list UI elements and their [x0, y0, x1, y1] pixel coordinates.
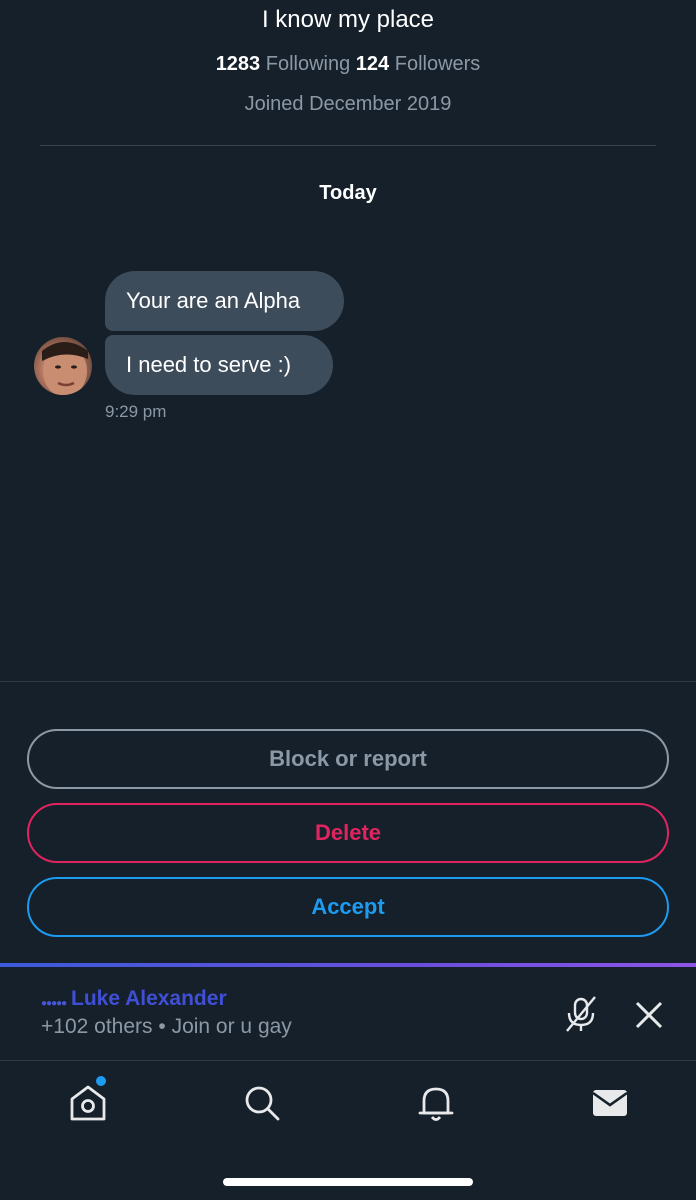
space-listeners: +102 others: [41, 1015, 153, 1038]
sender-avatar[interactable]: [34, 337, 92, 395]
followers-count: 124: [355, 53, 390, 75]
live-audio-icon: ●●●●●: [41, 998, 67, 1009]
day-separator: Today: [319, 182, 377, 204]
message-bubble[interactable]: I need to serve :): [105, 335, 333, 395]
bell-icon[interactable]: [414, 1081, 458, 1125]
accept-button[interactable]: Accept: [27, 877, 669, 937]
dm-request-screen: I know my place 1283 Following 124 Follo…: [0, 0, 696, 1200]
following-label: Following: [265, 53, 351, 75]
home-indicator[interactable]: [223, 1178, 473, 1186]
space-subtitle[interactable]: +102 others • Join or u gay: [41, 1015, 292, 1039]
space-separator: •: [158, 1015, 166, 1038]
mail-icon[interactable]: [588, 1081, 632, 1125]
followers-label: Followers: [394, 53, 481, 75]
avatar-photo: [42, 342, 88, 395]
home-icon[interactable]: [66, 1081, 110, 1125]
close-icon[interactable]: [631, 997, 667, 1033]
message-bubble[interactable]: Your are an Alpha: [105, 271, 344, 331]
space-progress-line: [0, 963, 696, 967]
following-count: 1283: [215, 53, 261, 75]
unread-dot: [96, 1076, 106, 1086]
space-host-name[interactable]: Luke Alexander: [71, 987, 227, 1011]
delete-button[interactable]: Delete: [27, 803, 669, 863]
block-or-report-button[interactable]: Block or report: [27, 729, 669, 789]
mic-off-icon[interactable]: [561, 994, 601, 1034]
joined-date: Joined December 2019: [244, 93, 452, 115]
space-title: Join or u gay: [171, 1015, 292, 1038]
profile-stats: 1283 Following 124 Followers: [0, 53, 696, 76]
header-divider: [40, 145, 656, 146]
search-icon[interactable]: [240, 1081, 284, 1125]
actions-divider: [0, 681, 696, 682]
tabbar-divider: [0, 1060, 696, 1061]
message-timestamp: 9:29 pm: [105, 402, 167, 421]
profile-bio: I know my place: [261, 6, 435, 33]
